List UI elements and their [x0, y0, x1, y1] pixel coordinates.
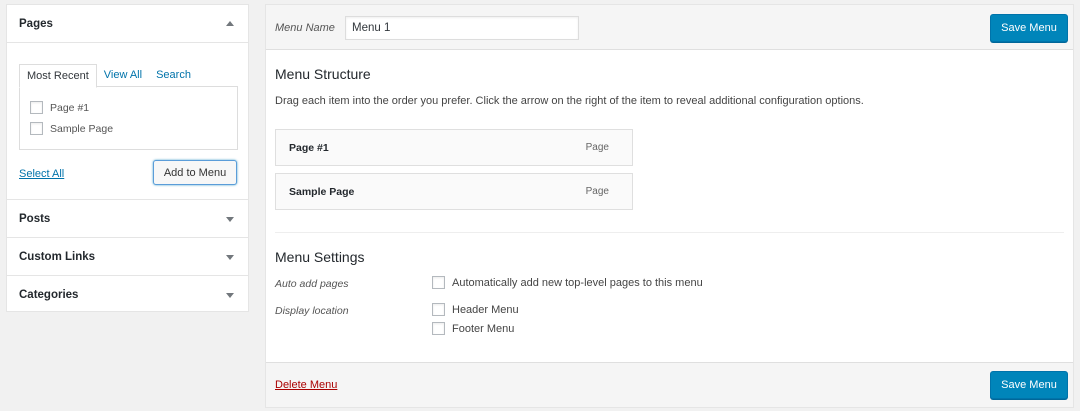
tab-view-all[interactable]: View All	[97, 64, 149, 87]
divider	[275, 232, 1064, 233]
header-menu-checkbox[interactable]	[432, 303, 445, 316]
menu-item-page-1[interactable]: Page #1 Page	[275, 129, 633, 166]
page-1-label: Page #1	[50, 101, 90, 114]
save-menu-button-top[interactable]: Save Menu	[990, 14, 1068, 42]
categories-section-header[interactable]: Categories	[7, 276, 248, 313]
custom-links-section-header[interactable]: Custom Links	[7, 238, 248, 275]
page-1-checkbox[interactable]	[30, 101, 43, 114]
posts-section-title: Posts	[19, 212, 51, 225]
pages-section: Pages Most Recent View All Search Page #…	[7, 5, 248, 200]
collapse-arrow-icon[interactable]	[226, 20, 234, 26]
footer-menu-label: Footer Menu	[452, 322, 515, 335]
sample-page-label: Sample Page	[50, 122, 114, 135]
expand-arrow-icon[interactable]	[226, 216, 234, 222]
delete-menu-link[interactable]: Delete Menu	[275, 379, 337, 391]
auto-add-option-label: Automatically add new top-level pages to…	[452, 276, 703, 289]
select-all-link[interactable]: Select All	[19, 168, 64, 180]
menu-item-title: Sample Page	[289, 185, 355, 198]
add-to-menu-button[interactable]: Add to Menu	[153, 160, 237, 185]
pages-section-header[interactable]: Pages	[7, 5, 248, 42]
menu-structure-title: Menu Structure	[275, 66, 371, 82]
auto-add-checkbox[interactable]	[432, 276, 445, 289]
menu-header: Menu Name Menu 1 Save Menu	[266, 5, 1073, 50]
footer-menu-option: Footer Menu	[432, 322, 514, 335]
tab-most-recent[interactable]: Most Recent	[19, 64, 97, 88]
menu-item-sample-page[interactable]: Sample Page Page	[275, 173, 633, 210]
menu-edit-panel: Menu Name Menu 1 Save Menu Menu Structur…	[265, 4, 1074, 408]
posts-section: Posts	[7, 200, 248, 238]
expand-arrow-icon[interactable]	[226, 292, 234, 298]
header-menu-option: Header Menu	[432, 303, 519, 316]
menu-name-input[interactable]: Menu 1	[345, 16, 579, 40]
custom-links-section: Custom Links	[7, 238, 248, 276]
pages-tabs: Most Recent View All Search	[19, 64, 198, 88]
posts-section-header[interactable]: Posts	[7, 200, 248, 237]
pages-section-title: Pages	[19, 17, 53, 30]
footer-menu-checkbox[interactable]	[432, 322, 445, 335]
menu-body: Menu Structure Drag each item into the o…	[266, 50, 1073, 364]
menu-footer: Delete Menu Save Menu	[266, 362, 1073, 407]
most-recent-panel: Page #1 Sample Page	[19, 86, 238, 150]
pages-section-body: Most Recent View All Search Page #1 Samp…	[7, 42, 248, 199]
save-menu-button-bottom[interactable]: Save Menu	[990, 371, 1068, 399]
expand-arrow-icon[interactable]	[226, 254, 234, 260]
categories-section: Categories	[7, 276, 248, 313]
tab-search[interactable]: Search	[149, 64, 198, 87]
list-item: Sample Page	[30, 118, 227, 139]
display-location-label: Display location	[275, 305, 349, 317]
list-item: Page #1	[30, 97, 227, 118]
custom-links-section-title: Custom Links	[19, 250, 96, 263]
menu-item-title: Page #1	[289, 141, 329, 154]
menu-item-type: Page	[585, 186, 609, 197]
menu-item-type: Page	[585, 142, 609, 153]
add-menu-items-accordion: Pages Most Recent View All Search Page #…	[6, 4, 249, 312]
menu-structure-instructions: Drag each item into the order you prefer…	[275, 95, 864, 107]
sample-page-checkbox[interactable]	[30, 122, 43, 135]
auto-add-pages-label: Auto add pages	[275, 278, 349, 290]
menu-name-label: Menu Name	[275, 22, 335, 34]
categories-section-title: Categories	[19, 288, 79, 301]
menu-settings-title: Menu Settings	[275, 249, 365, 265]
auto-add-option: Automatically add new top-level pages to…	[432, 276, 703, 289]
header-menu-label: Header Menu	[452, 303, 519, 316]
